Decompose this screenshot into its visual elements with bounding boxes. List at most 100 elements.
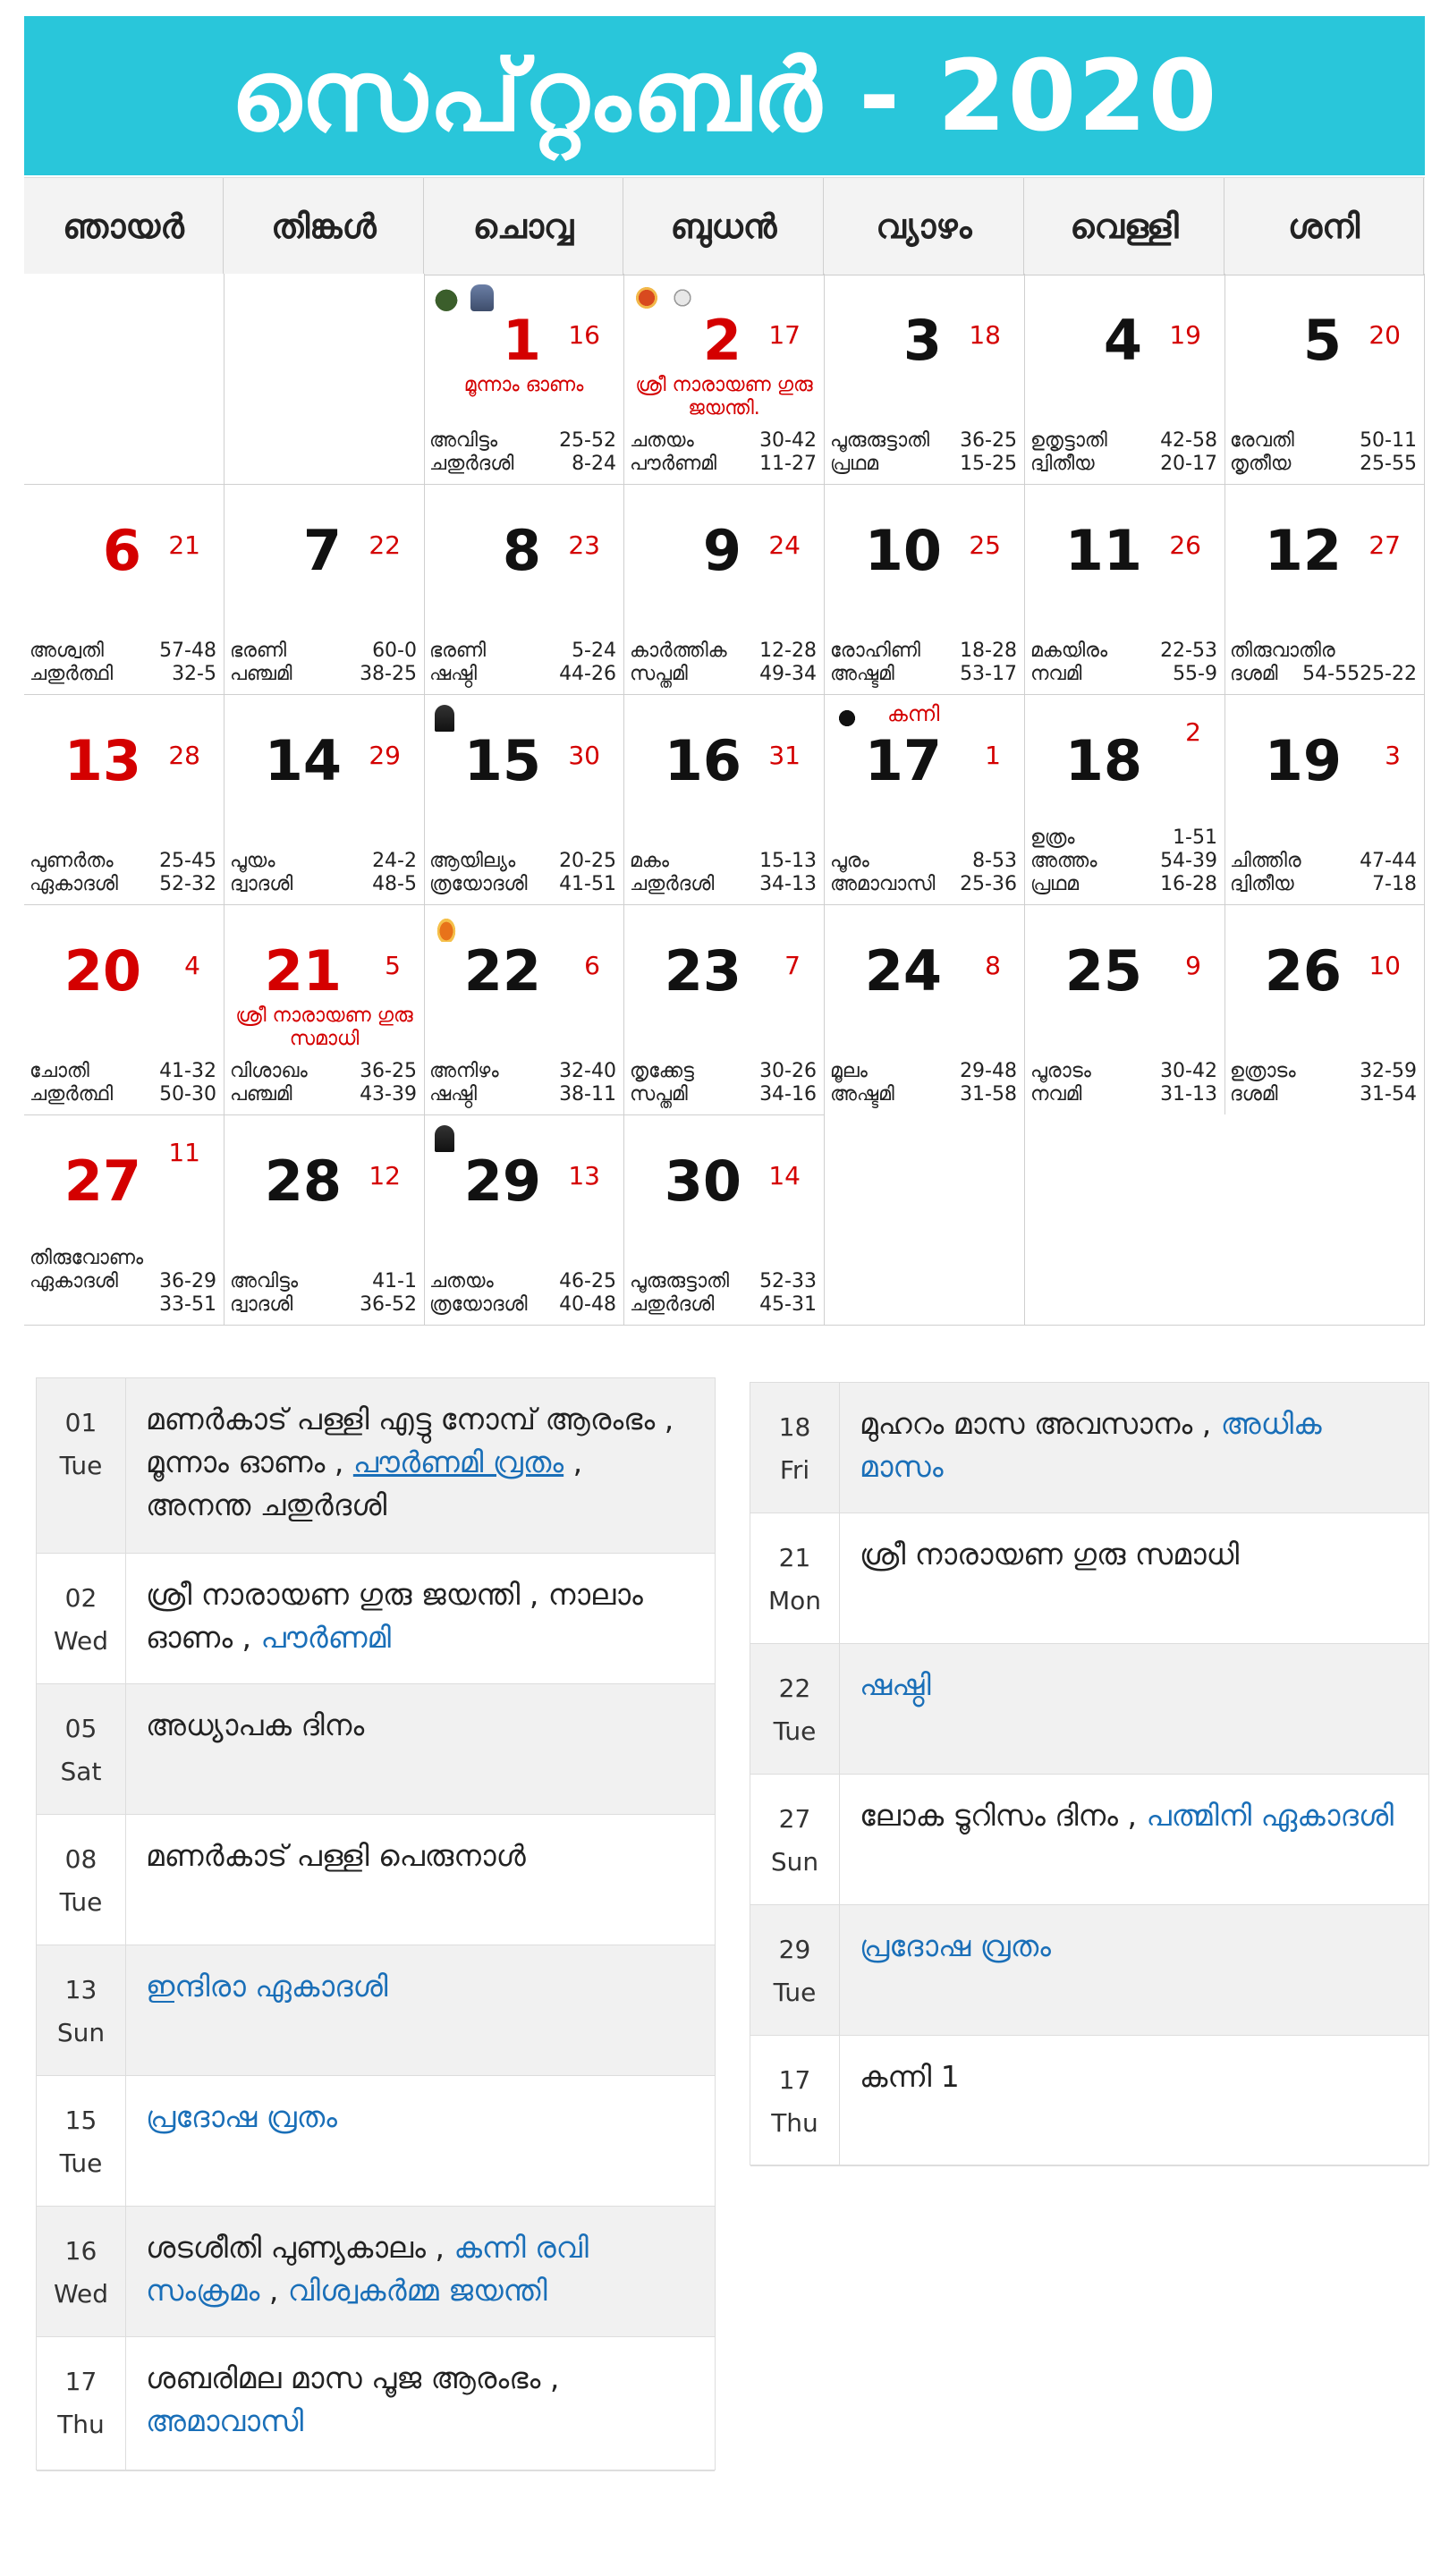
day-cell[interactable]: 5 20 രേവതി 50-11 തൃതീയ 25-55: [1224, 274, 1425, 485]
event-link[interactable]: പത്മിനി ഏകാദശി: [1146, 1798, 1394, 1833]
empty-cell: [1224, 1114, 1425, 1326]
day-cell[interactable]: 4 19 ഉതൃട്ടാതി 42-58 ദ്വിതീയ 20-17: [1025, 274, 1225, 485]
panchang-time: 25-45: [159, 850, 216, 872]
malayalam-date: 12: [369, 1161, 401, 1191]
panchang-row: രേവതി 50-11: [1230, 429, 1417, 453]
day-cell[interactable]: 19 3 ചിത്തിര 47-44 ദ്വിതീയ 7-18: [1224, 694, 1425, 905]
day-cell[interactable]: 1 16 മൂന്നാം ഓണം അവിട്ടം 25-52 ചതുർദശി 8-24: [424, 274, 624, 485]
event-text: കന്നി 1: [860, 2059, 960, 2094]
day-cell[interactable]: 22 6 അനിഴം 32-40 ഷഷ്ഠി 38-11: [424, 904, 624, 1115]
panchang-name: ചോതി: [30, 1060, 89, 1082]
day-cell[interactable]: 28 12 അവിട്ടം 41-1 ദ്വാദശി 36-52: [225, 1114, 425, 1326]
day-cell[interactable]: 24 8 മൂലം 29-48 അഷ്ടമി 31-58: [825, 904, 1025, 1115]
day-cell[interactable]: 12 27 തിരുവാതിര ദശമി 54-5525-22: [1224, 484, 1425, 695]
empty-cell: [24, 274, 225, 485]
panchang-time: 49-34: [759, 663, 817, 685]
day-cell[interactable]: 11 26 മകയിരം 22-53 നവമി 55-9: [1025, 484, 1225, 695]
weekday-header: ശനി: [1224, 178, 1424, 275]
event-description: ശ്രീ നാരായണ ഗുരു ജയന്തി , നാലാം ഓണം , പൗ…: [146, 1573, 693, 1659]
day-cell[interactable]: 9 24 കാർത്തിക 12-28 സപ്തമി 49-34: [624, 484, 825, 695]
day-cell[interactable]: 26 10 ഉത്രാടം 32-59 ദശമി 31-54: [1224, 904, 1425, 1115]
date-number: 5: [1302, 308, 1342, 373]
event-link[interactable]: പൗർണമി: [261, 1620, 392, 1655]
panchang-name: പൂരുരുട്ടാതി: [830, 429, 929, 452]
day-cell[interactable]: 2 17 ശ്രീ നാരായണ ഗുരു ജയന്തി. ചതയം 30-42 പൗർണ…: [624, 274, 825, 485]
panchang-row: ചതയം 30-42: [630, 429, 817, 453]
event-link[interactable]: അമാവാസി: [146, 2403, 303, 2438]
event-weekday: Tue: [59, 1887, 103, 1917]
malayalam-date: 18: [969, 320, 1001, 350]
malayalam-date: 24: [768, 530, 801, 560]
panchang-name: പൂരം: [830, 850, 869, 872]
date-number: 22: [463, 938, 541, 1004]
panchang-row: ത്രയോദശി 40-48: [429, 1293, 616, 1317]
pot-icon: [435, 284, 458, 311]
event-row: 27 Sun ലോക ടൂറിസം ദിനം , പത്മിനി ഏകാദശി: [750, 1775, 1428, 1905]
event-link[interactable]: പ്രദോഷ വ്രതം: [860, 1928, 1051, 1963]
panchang-row: പ്രഥമ 15-25: [830, 453, 1017, 476]
day-cell[interactable]: 3 18 പൂരുരുട്ടാതി 36-25 പ്രഥമ 15-25: [825, 274, 1025, 485]
panchang-row: സപ്തമി 34-16: [630, 1083, 817, 1106]
day-cell[interactable]: 16 31 മകം 15-13 ചതുർദശി 34-13: [624, 694, 825, 905]
malayalam-date: 11: [168, 1138, 200, 1167]
date-number: 13: [64, 728, 141, 793]
panchang-row: ഷഷ്ഠി 44-26: [429, 663, 616, 686]
panchang-name: കാർത്തിക: [630, 640, 727, 662]
day-cell[interactable]: 6 21 അശ്വതി 57-48 ചതുർത്ഥി 32-5: [24, 484, 225, 695]
day-cell[interactable]: 15 30 ആയില്യം 20-25 ത്രയോദശി 41-51: [424, 694, 624, 905]
event-row: 05 Sat അധ്യാപക ദിനം: [37, 1684, 715, 1815]
day-cell[interactable]: 8 23 ഭരണി 5-24 ഷഷ്ഠി 44-26: [424, 484, 624, 695]
panchang-time: 11-27: [759, 453, 817, 475]
malayalam-date: 25: [969, 530, 1001, 560]
event-link[interactable]: പ്രദോഷ വ്രതം: [146, 2099, 337, 2134]
event-weekday: Tue: [59, 1451, 103, 1480]
date-number: 27: [64, 1148, 141, 1214]
event-link[interactable]: പൗർണമി വ്രതം: [353, 1445, 564, 1479]
date-number: 16: [664, 728, 741, 793]
day-cell[interactable]: 30 14 പൂരുരുട്ടാതി 52-33 ചതുർദശി 45-31: [624, 1114, 825, 1326]
day-cell[interactable]: 23 7 തൃക്കേട്ട 30-26 സപ്തമി 34-16: [624, 904, 825, 1115]
page-title: സെപ്റ്റംബർ - 2020: [24, 16, 1425, 175]
panchang-row: അഷ്ടമി 53-17: [830, 663, 1017, 686]
day-cell[interactable]: 14 29 പൂയം 24-2 ദ്വാദശി 48-5: [225, 694, 425, 905]
malayalam-date: 22: [369, 530, 401, 560]
date-number: 21: [264, 938, 342, 1004]
day-cell[interactable]: 13 28 പുണർതം 25-45 ഏകാദശി 52-32: [24, 694, 225, 905]
panchang-time: 54-5525-22: [1302, 663, 1417, 685]
panchang-name: ചതയം: [429, 1270, 494, 1292]
event-weekday: Sat: [60, 1757, 102, 1786]
day-cell[interactable]: 25 9 പൂരാടം 30-42 നവമി 31-13: [1025, 904, 1225, 1115]
day-cell[interactable]: 18 2 ഉത്രം 1-51 അത്തം 54-39 പ്രഥമ 16-28: [1025, 694, 1225, 905]
panchang-name: പൗർണമി: [630, 453, 717, 475]
day-cell[interactable]: 27 11 തിരുവോണം ഏകാദശി 36-29 33-51: [24, 1114, 225, 1326]
festival-label: ശ്രീ നാരായണ ഗുരു സമാധി: [235, 1004, 413, 1050]
event-row: 21 Mon ശ്രീ നാരായണ ഗുരു സമാധി: [750, 1513, 1428, 1644]
malayalam-date: 27: [1368, 530, 1401, 560]
date-number: 26: [1264, 938, 1342, 1004]
panchang-name: അശ്വതി: [30, 640, 104, 662]
event-row: 01 Tue മണർകാട് പള്ളി എട്ടു നോമ്പ് ആരംഭം , …: [37, 1378, 715, 1554]
panchang-row: അവിട്ടം 25-52: [429, 429, 616, 453]
date-number: 30: [664, 1148, 741, 1214]
panchang-time: 33-51: [159, 1293, 216, 1316]
event-link[interactable]: ഷഷ്ഠി: [860, 1667, 931, 1702]
malayalam-date: 7: [784, 951, 801, 980]
event-link[interactable]: വിശ്വകർമ്മ ജയന്തി: [288, 2273, 547, 2308]
panchang-name: ചതയം: [630, 429, 694, 452]
day-cell[interactable]: കന്നി 17 1 പൂരം 8-53 അമാവാസി 25-36: [825, 694, 1025, 905]
day-cell[interactable]: 20 4 ചോതി 41-32 ചതുർത്ഥി 50-30: [24, 904, 225, 1115]
day-cell[interactable]: 7 22 ഭരണി 60-0 പഞ്ചമി 38-25: [225, 484, 425, 695]
event-text: ശ്രീ നാരായണ ഗുരു സമാധി: [860, 1537, 1240, 1572]
date-number: 14: [264, 728, 342, 793]
day-cell[interactable]: 10 25 രോഹിണി 18-28 അഷ്ടമി 53-17: [825, 484, 1025, 695]
panchang-row: ഏകാദശി 52-32: [30, 873, 216, 896]
panchang-name: ത്രയോദശി: [429, 1293, 528, 1316]
day-cell[interactable]: 29 13 ചതയം 46-25 ത്രയോദശി 40-48: [424, 1114, 624, 1326]
panchang-time: 22-53: [1160, 640, 1217, 662]
event-description: മണർകാട് പള്ളി പെരുനാൾ: [146, 1835, 693, 1877]
panchang-row: തൃതീയ 25-55: [1230, 453, 1417, 476]
event-text: മുഹറം മാസ അവസാനം ,: [860, 1406, 1221, 1441]
panchang-time: 36-52: [360, 1293, 417, 1316]
day-cell[interactable]: 21 5 ശ്രീ നാരായണ ഗുരു സമാധി വിശാഖം 36-25 പഞ്ച…: [225, 904, 425, 1115]
event-link[interactable]: ഇന്ദിരാ ഏകാദശി: [146, 1969, 388, 2004]
